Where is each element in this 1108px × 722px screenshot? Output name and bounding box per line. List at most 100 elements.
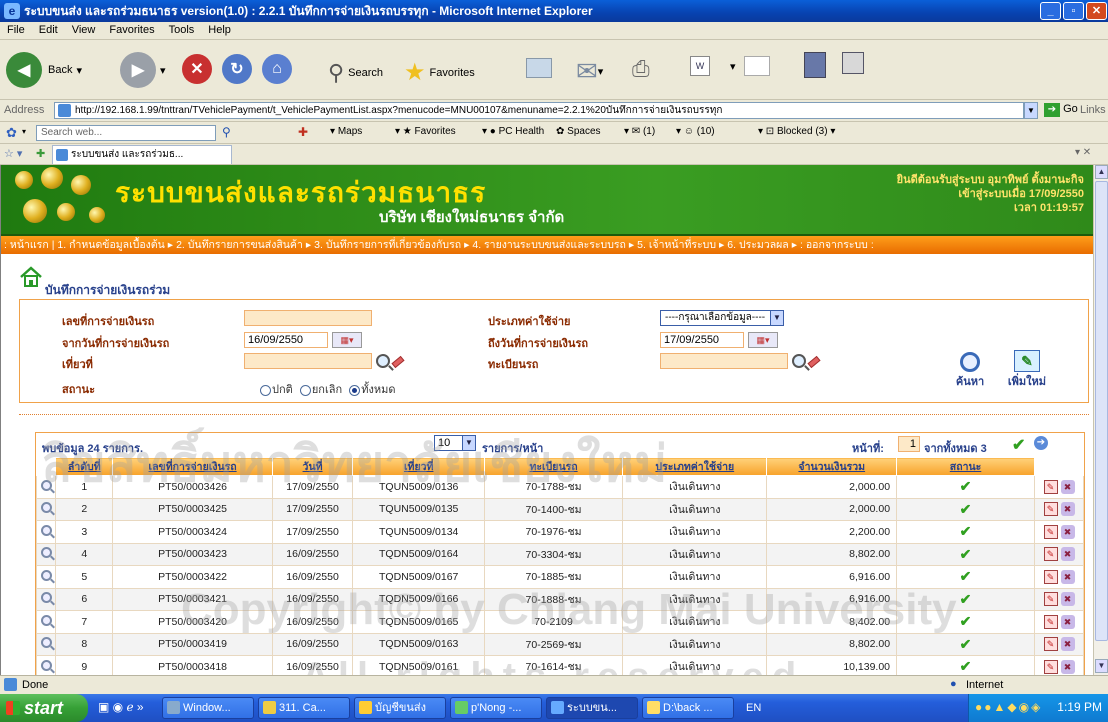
page-scrollbar[interactable]: ▲ ▼ (1093, 165, 1108, 675)
status-all-radio[interactable] (349, 384, 361, 396)
edit-icon[interactable]: ✎ (1043, 502, 1058, 517)
mail-button[interactable]: ✉ ▾ (576, 56, 603, 87)
messenger-button[interactable] (842, 52, 864, 74)
close-button[interactable]: ✕ (1086, 2, 1107, 20)
favorites-button[interactable]: ★ Favorites (404, 58, 475, 87)
favorites-center-icon[interactable]: ☆ ▾ (4, 147, 22, 160)
col-header-payment-no[interactable]: เลขที่การจ่ายเงินรถ (112, 457, 273, 476)
expense-type-select[interactable]: ----กรุณาเลือกข้อมูล---- ▼ (660, 310, 784, 326)
to-calendar-button[interactable]: ▦▾ (748, 332, 778, 348)
messenger-count-item[interactable]: ▾ ☺ (10) (676, 126, 715, 137)
msn-icon[interactable]: ✿ (6, 125, 17, 141)
plate-search-icon[interactable] (792, 354, 806, 368)
table-row[interactable]: 9 PT50/0003418 16/09/2550 TQDN5009/0161 70-1… (35, 655, 1084, 675)
forward-button[interactable]: ▶ ▾ (120, 52, 166, 88)
web-search-input[interactable]: Search web... (36, 125, 216, 141)
task-ca[interactable]: 311. Ca... (258, 697, 350, 719)
delete-icon[interactable]: ✖ (1060, 592, 1075, 607)
home-button[interactable]: ⌂ (262, 54, 292, 84)
table-row[interactable]: 5 PT50/0003422 16/09/2550 TQDN5009/0167 70-1… (35, 565, 1084, 589)
page-size-select[interactable]: 10 ▼ (434, 435, 476, 451)
edit-icon[interactable]: ✎ (1043, 614, 1058, 629)
table-row[interactable]: 8 PT50/0003419 16/09/2550 TQDN5009/0163 70-2… (35, 632, 1084, 656)
view-row-icon[interactable] (40, 479, 52, 491)
from-calendar-button[interactable]: ▦▾ (332, 332, 362, 348)
status-normal-radio[interactable] (260, 384, 271, 396)
task-pnong[interactable]: p'Nong -... (450, 697, 542, 719)
add-new-button[interactable]: ✎ เพิ่มใหม่ (1002, 350, 1052, 390)
table-row[interactable]: 6 PT50/0003421 16/09/2550 TQDN5009/0166 70-1… (35, 587, 1084, 611)
col-header-date[interactable]: วันที่ (271, 457, 354, 476)
delete-icon[interactable]: ✖ (1060, 547, 1075, 562)
table-row[interactable]: 2 PT50/0003425 17/09/2550 TQUN5009/0135 70-1… (35, 497, 1084, 521)
add-favorite-icon[interactable]: ✚ (36, 147, 45, 160)
menu-view[interactable]: View (65, 22, 103, 38)
web-search-icon[interactable]: ⚲ (222, 125, 231, 139)
menu-help[interactable]: Help (201, 22, 238, 38)
view-row-icon[interactable] (40, 569, 52, 581)
edit-icon[interactable]: ✎ (1043, 592, 1058, 607)
view-row-icon[interactable] (40, 614, 52, 626)
status-cancel-radio[interactable] (299, 384, 311, 396)
menu-edit[interactable]: Edit (32, 22, 65, 38)
from-date-input[interactable]: 16/09/2550 (244, 332, 328, 348)
trip-clear-icon[interactable] (391, 355, 405, 369)
col-header-status[interactable]: สถานะ (896, 457, 1036, 476)
discuss-button[interactable]: ▾ (730, 56, 770, 76)
maximize-button[interactable]: ▫ (1063, 2, 1084, 20)
edit-icon[interactable]: ✎ (1043, 547, 1058, 562)
col-header-type[interactable]: ประเภทค่าใช้จ่าย (622, 457, 768, 476)
table-row[interactable]: 4 PT50/0003423 16/09/2550 TQDN5009/0164 70-3… (35, 542, 1084, 566)
word-button[interactable]: W (690, 56, 710, 76)
search-button[interactable]: ⚲ Search (328, 60, 383, 86)
nav-reports[interactable]: 4. รายงานระบบขนส่งและระบบรถ (472, 239, 626, 251)
view-row-icon[interactable] (40, 547, 52, 559)
nav-home[interactable]: หน้าแรก (10, 239, 49, 251)
blocked-item[interactable]: ▾ ⊡ Blocked (3) ▾ (758, 126, 835, 137)
table-row[interactable]: 1 PT50/0003426 17/09/2550 TQUN5009/0136 70-1… (35, 475, 1084, 499)
pchealth-item[interactable]: ▾ ● PC Health (482, 126, 544, 137)
view-row-icon[interactable] (40, 524, 52, 536)
nav-logout[interactable]: ออกจากระบบ (806, 239, 868, 251)
payment-no-input[interactable] (244, 310, 372, 326)
view-row-icon[interactable] (40, 659, 52, 671)
start-button[interactable]: start (0, 694, 88, 722)
tab-current[interactable]: ระบบขนส่ง และรถร่วมธ... (52, 145, 232, 164)
address-input[interactable]: http://192.168.1.99/tnttran/TVehiclePaym… (54, 102, 1024, 119)
maps-item[interactable]: ▾ Maps (330, 126, 362, 137)
table-row[interactable]: 3 PT50/0003424 17/09/2550 TQUN5009/0134 70-1… (35, 520, 1084, 544)
delete-icon[interactable]: ✖ (1060, 659, 1075, 674)
language-indicator[interactable]: EN (746, 702, 761, 714)
research-button[interactable] (804, 52, 826, 78)
delete-icon[interactable]: ✖ (1060, 614, 1075, 629)
menu-tools[interactable]: Tools (162, 22, 202, 38)
delete-icon[interactable]: ✖ (1060, 569, 1075, 584)
nav-setup[interactable]: 1. กำหนดข้อมูลเบื้องต้น (57, 239, 164, 251)
trip-input[interactable] (244, 353, 372, 369)
col-header-no[interactable]: ลำดับที่ (55, 457, 114, 476)
delete-icon[interactable]: ✖ (1060, 637, 1075, 652)
nav-shipping[interactable]: 2. บันทึกรายการขนส่งสินค้า (176, 239, 303, 251)
delete-icon[interactable]: ✖ (1060, 502, 1075, 517)
tray-icons[interactable]: ●●▲◆◉◈ (975, 700, 1042, 714)
quicklaunch-icons[interactable]: ▣ ◉ ℯ » (98, 700, 144, 714)
task-folder[interactable]: D:\back ... (642, 697, 734, 719)
spaces-item[interactable]: ✿ Spaces (556, 126, 601, 137)
task-ie-active[interactable]: ระบบขน... (546, 697, 638, 719)
links-label[interactable]: Links (1080, 104, 1106, 116)
favorites-item[interactable]: ▾ ★ Favorites (395, 126, 456, 137)
print-button[interactable]: ⎙ (632, 56, 650, 82)
home-icon[interactable] (19, 265, 43, 289)
highlight-icon[interactable]: ✚ (298, 125, 308, 139)
mail-count-item[interactable]: ▾ ✉ (1) (624, 126, 655, 137)
scroll-up-icon[interactable]: ▲ (1095, 165, 1108, 179)
edit-icon[interactable]: ✎ (1043, 569, 1058, 584)
media-button[interactable] (526, 58, 552, 78)
edit-icon[interactable]: ✎ (1043, 479, 1058, 494)
back-button[interactable]: ◀ Back ▾ (6, 52, 82, 88)
task-window[interactable]: Window... (162, 697, 254, 719)
col-header-plate[interactable]: ทะเบียนรถ (484, 457, 624, 476)
plate-clear-icon[interactable] (807, 355, 821, 369)
table-row[interactable]: 7 PT50/0003420 16/09/2550 TQDN5009/0165 70-2… (35, 610, 1084, 634)
menu-favorites[interactable]: Favorites (102, 22, 161, 38)
